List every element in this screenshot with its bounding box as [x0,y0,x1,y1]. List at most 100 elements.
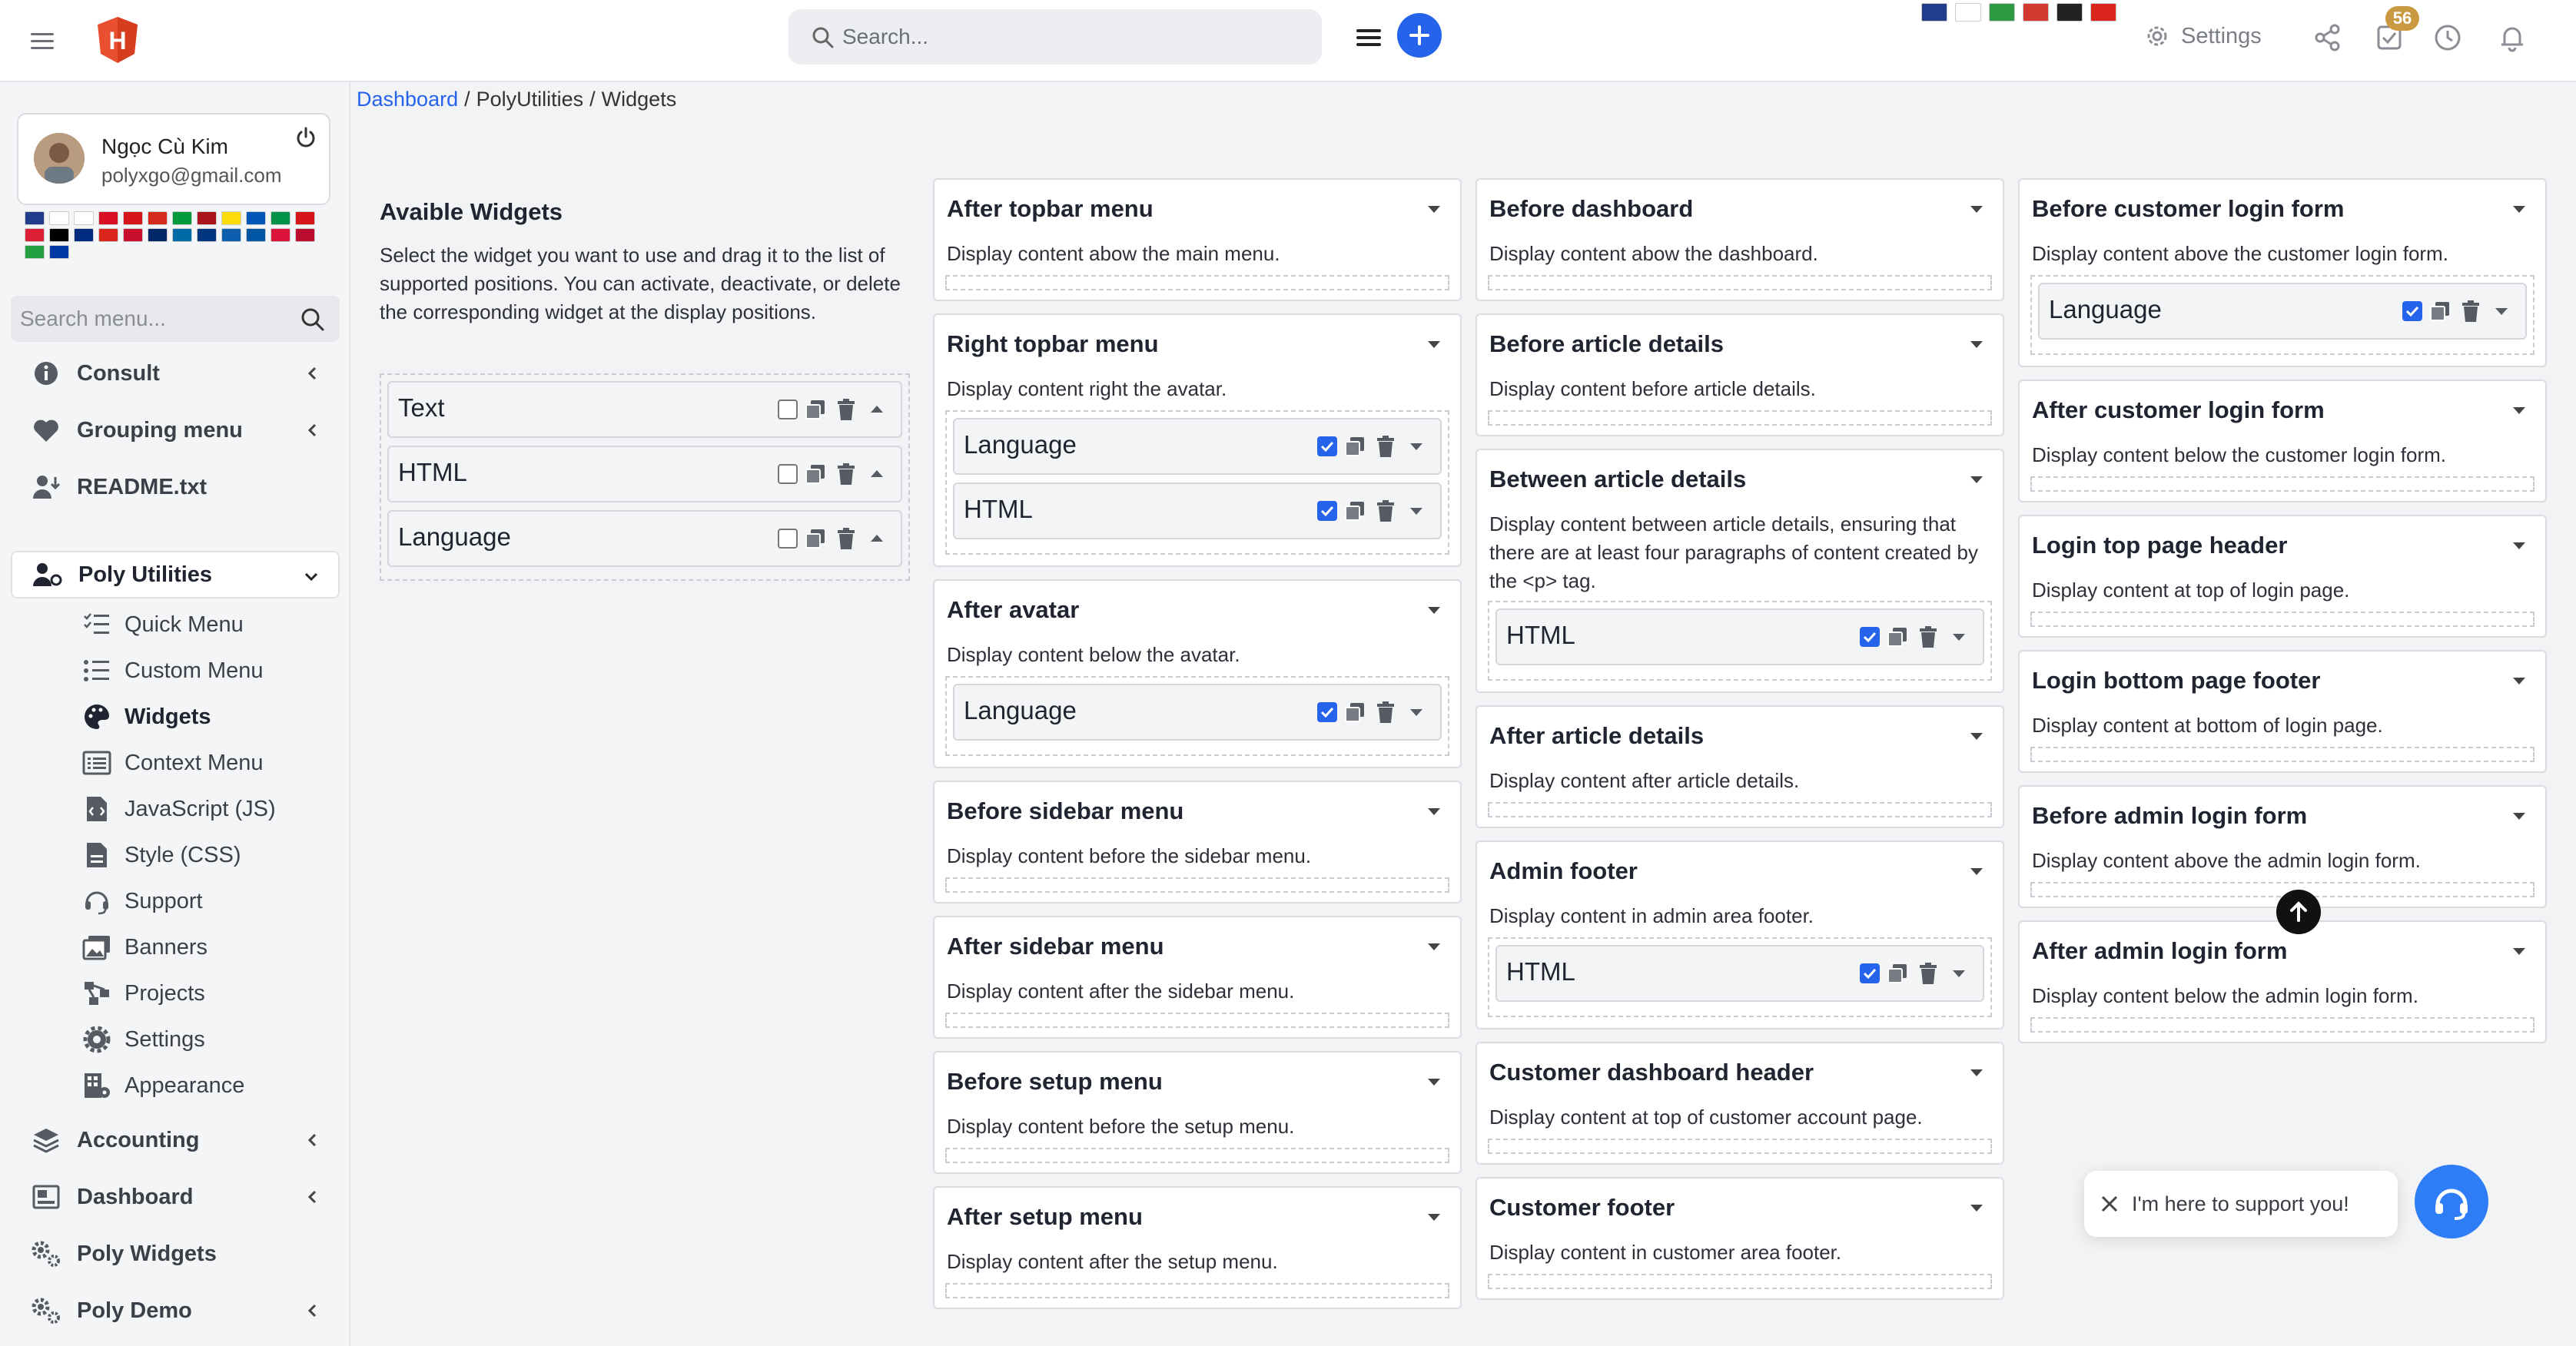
drop-zone[interactable] [1488,410,1992,426]
trash-icon[interactable] [2458,298,2484,324]
caret-down-icon[interactable] [1966,1062,1987,1083]
flag-icon[interactable] [295,211,315,225]
active-checkbox[interactable] [2402,301,2422,321]
search-input[interactable] [841,17,1302,57]
breadcrumb-dashboard-link[interactable]: Dashboard [357,88,458,111]
avatar[interactable] [34,133,85,184]
nav-poly-utilities[interactable]: Poly Utilities [11,551,340,598]
global-search[interactable] [788,9,1322,65]
flag-icon[interactable] [197,211,217,225]
flag-icon[interactable] [49,228,69,242]
nav-dashboard[interactable]: Dashboard [11,1173,340,1221]
drop-zone[interactable] [945,1148,1449,1163]
drop-zone[interactable] [945,877,1449,893]
flag-icon[interactable] [1921,3,1947,22]
user-card[interactable]: Ngọc Cù Kim polyxgo@gmail.com [17,113,330,205]
active-checkbox[interactable] [778,529,798,549]
caret-down-icon[interactable] [1946,960,1972,986]
copy-icon[interactable] [802,396,828,423]
nav-grouping-menu[interactable]: Grouping menu [11,406,340,454]
sub-projects[interactable]: Projects [81,973,205,1013]
flag-icon[interactable] [123,211,143,225]
drop-zone[interactable]: HTML [1488,937,1992,1017]
drop-zone[interactable] [945,1283,1449,1298]
caret-down-icon[interactable] [1423,1206,1445,1228]
caret-down-icon[interactable] [2508,805,2530,827]
hamburger-icon[interactable] [28,26,57,55]
flag-icon[interactable] [25,211,45,225]
active-checkbox[interactable] [778,399,798,419]
search-icon[interactable] [300,307,326,333]
caret-down-icon[interactable] [2508,670,2530,691]
copy-icon[interactable] [802,525,828,552]
active-checkbox[interactable] [1317,501,1337,521]
flag-icon[interactable] [49,211,69,225]
trash-icon[interactable] [1915,960,1941,986]
copy-icon[interactable] [1884,624,1910,650]
caret-up-icon[interactable] [864,525,890,552]
widget-item-html[interactable]: HTML [1495,945,1984,1002]
menu-lines-icon[interactable] [1354,23,1383,52]
sub-settings[interactable]: Settings [81,1019,205,1059]
nav-poly-widgets[interactable]: Poly Widgets [11,1230,340,1278]
copy-icon[interactable] [1342,433,1368,459]
caret-down-icon[interactable] [2508,198,2530,220]
nav-accounting[interactable]: Accounting [11,1116,340,1164]
logo-icon[interactable]: H [95,15,140,65]
flag-icon[interactable] [74,228,94,242]
active-checkbox[interactable] [1317,436,1337,456]
caret-down-icon[interactable] [1423,1071,1445,1092]
clock-icon[interactable] [2433,23,2462,52]
flag-icon[interactable] [271,211,290,225]
widget-item-html[interactable]: HTML [387,446,902,502]
caret-down-icon[interactable] [1423,936,1445,957]
copy-icon[interactable] [2427,298,2453,324]
nav-readme[interactable]: README.txt [11,463,340,511]
drop-zone[interactable] [2030,1017,2535,1033]
flag-icon[interactable] [221,228,241,242]
close-icon[interactable] [2098,1192,2121,1215]
caret-down-icon[interactable] [1423,333,1445,355]
scroll-to-top-button[interactable] [2276,890,2321,934]
sub-banners[interactable]: Banners [81,927,207,967]
menu-search-input[interactable] [18,302,280,336]
flag-icon[interactable] [295,228,315,242]
flag-icon[interactable] [1955,3,1981,22]
sub-javascript[interactable]: JavaScript (JS) [81,789,276,829]
drop-zone[interactable] [945,1013,1449,1028]
flag-icon[interactable] [2056,3,2083,22]
flag-icon[interactable] [123,228,143,242]
flag-icon[interactable] [246,228,266,242]
caret-down-icon[interactable] [2508,535,2530,556]
caret-down-icon[interactable] [2508,399,2530,421]
support-bubble[interactable]: I'm here to support you! [2084,1171,2398,1237]
sub-appearance[interactable]: Appearance [81,1066,244,1106]
caret-down-icon[interactable] [1966,469,1987,490]
drop-zone[interactable]: Language [2030,275,2535,355]
flag-icon[interactable] [221,211,241,225]
flag-icon[interactable] [49,245,69,259]
flag-icon[interactable] [172,228,192,242]
active-checkbox[interactable] [778,464,798,484]
caret-down-icon[interactable] [1403,498,1429,524]
caret-down-icon[interactable] [1423,599,1445,621]
caret-down-icon[interactable] [1403,699,1429,725]
copy-icon[interactable] [802,461,828,487]
flag-icon[interactable] [172,211,192,225]
drop-zone[interactable] [1488,1139,1992,1154]
drop-zone[interactable]: Language [945,676,1449,756]
caret-down-icon[interactable] [1403,433,1429,459]
sub-support[interactable]: Support [81,881,203,921]
drop-zone[interactable] [945,275,1449,290]
widget-item-language[interactable]: Language [387,510,902,567]
share-icon[interactable] [2313,23,2342,52]
bell-icon[interactable] [2498,23,2527,52]
drop-zone[interactable] [1488,275,1992,290]
sub-style[interactable]: Style (CSS) [81,835,241,875]
flag-icon[interactable] [98,228,118,242]
caret-down-icon[interactable] [1966,198,1987,220]
caret-down-icon[interactable] [1946,624,1972,650]
flag-icon[interactable] [74,211,94,225]
copy-icon[interactable] [1342,699,1368,725]
drop-zone[interactable]: HTML [1488,601,1992,681]
